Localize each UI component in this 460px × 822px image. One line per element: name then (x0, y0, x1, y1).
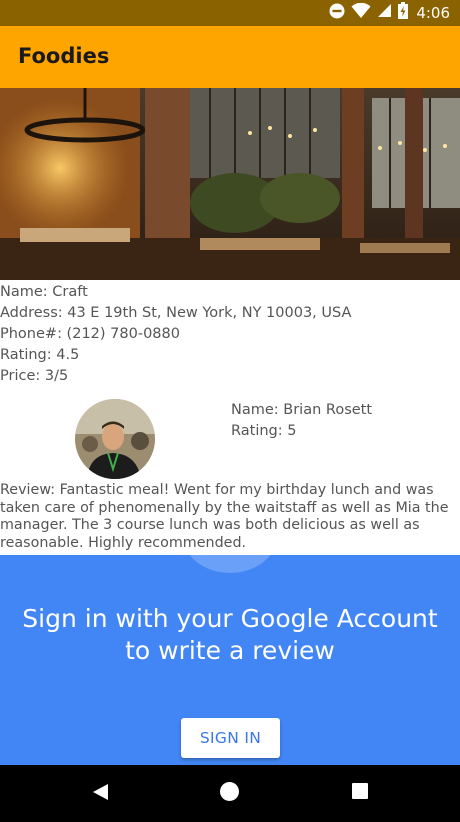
signin-panel: Sign in with your Google Account to writ… (0, 555, 460, 765)
recents-icon[interactable] (352, 783, 368, 799)
cell-signal-icon (377, 3, 392, 23)
signin-bubble (182, 555, 278, 573)
reviewer-avatar (75, 399, 155, 479)
reviewer-info: Name: Brian Rosett Rating: 5 (231, 400, 372, 442)
reviewer-name: Name: Brian Rosett (231, 402, 373, 418)
reviewer-rating: Rating: 5 (231, 423, 297, 439)
app-title: Foodies (18, 44, 110, 68)
home-icon[interactable] (220, 782, 239, 801)
restaurant-photo (0, 88, 460, 280)
wifi-icon (351, 2, 371, 24)
do-not-disturb-icon (329, 3, 345, 24)
restaurant-phone: Phone#: (212) 780-0880 (0, 326, 180, 342)
app-bar: Foodies (0, 26, 460, 88)
status-time: 4:06 (416, 4, 450, 22)
restaurant-name: Name: Craft (0, 284, 88, 300)
battery-charging-icon (398, 2, 409, 24)
back-icon[interactable] (92, 783, 109, 806)
restaurant-price: Price: 3/5 (0, 368, 69, 384)
review-text: Review: Fantastic meal! Went for my birt… (0, 482, 449, 551)
status-bar: 4:06 (0, 0, 460, 26)
signin-message: Sign in with your Google Account to writ… (22, 604, 438, 665)
restaurant-info: Name: Craft Address: 43 E 19th St, New Y… (0, 282, 460, 387)
restaurant-address: Address: 43 E 19th St, New York, NY 1000… (0, 305, 352, 321)
navigation-bar (0, 765, 460, 822)
restaurant-rating: Rating: 4.5 (0, 347, 80, 363)
sign-in-button[interactable]: SIGN IN (181, 718, 280, 758)
status-icons: 4:06 (329, 2, 450, 24)
